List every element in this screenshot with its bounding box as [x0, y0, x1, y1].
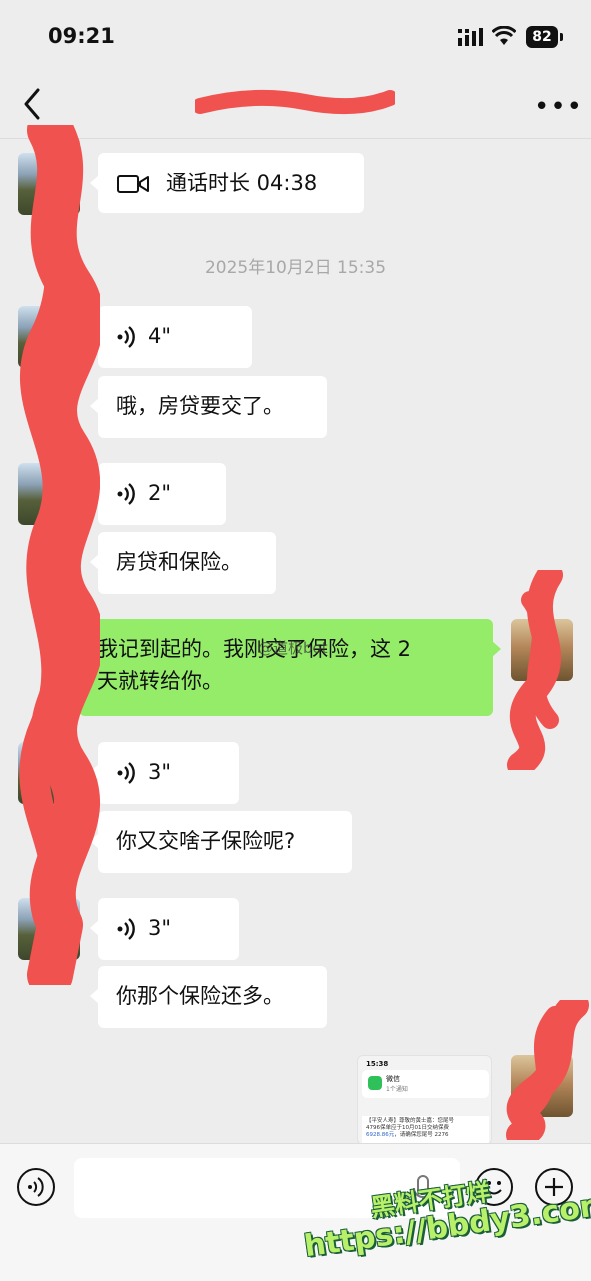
message-text: 房贷和保险。 — [116, 550, 242, 574]
voice-duration: 3" — [148, 760, 172, 784]
contact-avatar[interactable] — [18, 898, 80, 960]
cellular-signal-icon — [458, 28, 483, 46]
sms-line: 6928.86元，请确保您尾号 2276 — [366, 1132, 485, 1139]
sms-line: 4796保单应于10月01日交纳保费 — [366, 1125, 449, 1131]
voice-wave-icon — [117, 483, 135, 505]
more-options-icon[interactable]: ••• — [534, 92, 583, 122]
message-text: 哦，房贷要交了。 — [116, 394, 284, 418]
call-record-bubble[interactable]: 通话时长 04:38 — [90, 153, 364, 213]
wechat-icon — [368, 1076, 382, 1090]
voice-duration: 4" — [148, 324, 172, 348]
voice-wave-icon — [117, 326, 135, 348]
voice-wave-icon — [28, 1177, 44, 1197]
sms-amount: 6928.86元 — [366, 1132, 395, 1138]
voice-message-bubble[interactable]: 3" — [90, 898, 239, 960]
message-timestamp: 2025年10月2日 15:35 — [204, 258, 387, 278]
battery-tip — [560, 33, 563, 41]
voice-message-bubble[interactable]: 3" — [90, 742, 239, 804]
wifi-icon — [492, 26, 516, 45]
notification-card: 微信 1个通知 — [362, 1070, 489, 1098]
sms-preview: 【平安人寿】尊敬的黄士嘉：您尾号 4796保单应于10月01日交纳保费 6928… — [362, 1116, 489, 1144]
call-duration-text: 通话时长 04:38 — [166, 171, 318, 195]
contact-avatar[interactable] — [18, 153, 80, 215]
text-message-bubble[interactable]: 你那个保险还多。 — [90, 966, 327, 1028]
notification-app-name: 微信 — [386, 1075, 400, 1083]
text-message-bubble[interactable]: 房贷和保险。 — [90, 532, 276, 594]
notification-count: 1个通知 — [386, 1086, 408, 1093]
text-message-bubble[interactable]: 哦，房贷要交了。 — [90, 376, 327, 438]
status-bar: 09:21 82 — [0, 0, 591, 70]
my-text-message-bubble[interactable]: 我记到起的。我刚交了保险，这 2 天就转给你。 — [79, 619, 501, 716]
contact-avatar[interactable] — [18, 306, 80, 368]
my-avatar[interactable] — [511, 619, 573, 681]
sms-line: 【平安人寿】尊敬的黄士嘉：您尾号 — [366, 1118, 455, 1124]
battery-indicator: 82 — [526, 26, 558, 48]
sms-line-tail: ，请确保您尾号 2276 — [394, 1132, 449, 1138]
my-avatar[interactable] — [511, 1055, 573, 1117]
video-call-icon — [117, 175, 149, 193]
message-text: 你那个保险还多。 — [116, 984, 284, 1008]
image-time: 15:38 — [366, 1060, 389, 1068]
screenshot-image-message[interactable]: 15:38 微信 1个通知 【平安人寿】尊敬的黄士嘉：您尾号 4796保单应于1… — [357, 1055, 492, 1145]
voice-wave-icon — [117, 762, 135, 784]
message-text: 你又交啥子保险呢? — [116, 829, 296, 853]
clock: 09:21 — [48, 24, 115, 48]
message-text-line: 天就转给你。 — [97, 669, 223, 693]
weibo-watermark: @道极bot — [258, 639, 328, 657]
voice-duration: 3" — [148, 916, 172, 940]
text-message-bubble[interactable]: 你又交啥子保险呢? — [90, 811, 352, 873]
chat-header: ••• — [0, 70, 591, 139]
voice-message-bubble[interactable]: 4" — [90, 306, 252, 368]
voice-wave-icon — [117, 918, 135, 940]
voice-input-button[interactable] — [17, 1168, 55, 1206]
contact-avatar[interactable] — [18, 463, 80, 525]
voice-duration: 2" — [148, 481, 172, 505]
back-arrow-icon[interactable] — [22, 88, 42, 120]
redaction-scribble — [195, 89, 395, 115]
contact-avatar[interactable] — [18, 742, 80, 804]
voice-message-bubble[interactable]: 2" — [90, 463, 226, 525]
